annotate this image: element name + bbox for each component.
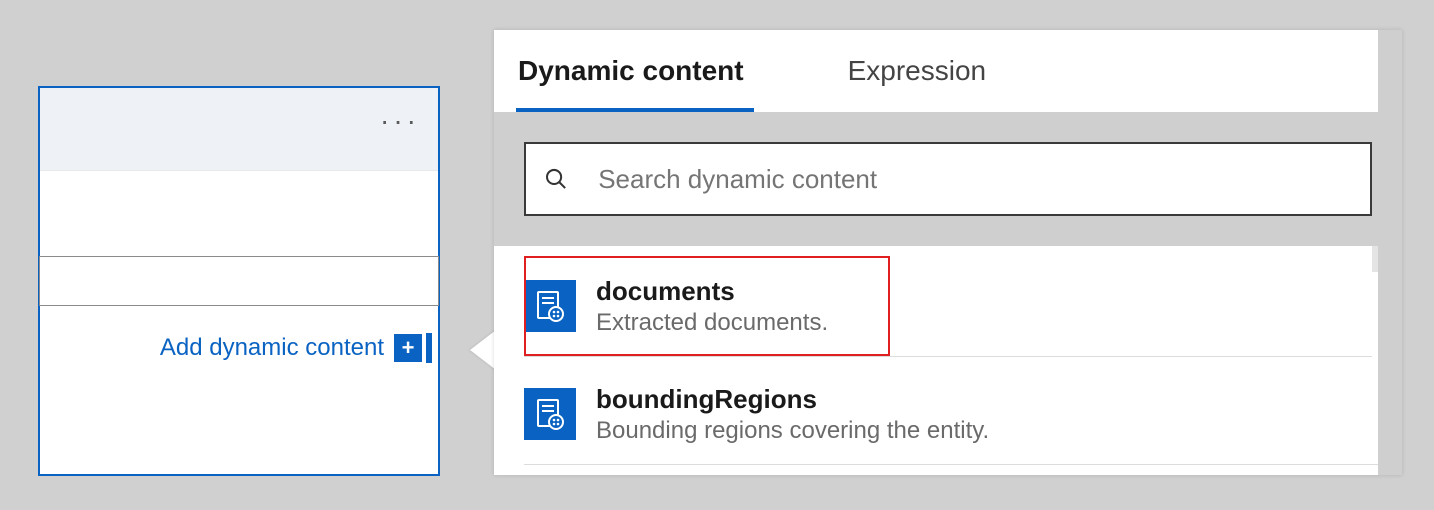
result-text: boundingRegions Bounding regions coverin…: [596, 384, 989, 445]
dynamic-content-panel: Dynamic content Expression: [494, 30, 1402, 475]
search-icon: [544, 166, 568, 192]
document-icon: [524, 388, 576, 440]
text-cursor: [426, 333, 432, 363]
tab-bar: Dynamic content Expression: [494, 30, 1402, 112]
screenshot-stage: ··· Add dynamic content + Dynamic conten…: [0, 0, 1434, 510]
tab-dynamic-content[interactable]: Dynamic content: [494, 30, 784, 112]
value-input[interactable]: [39, 256, 439, 306]
result-item-bounding-regions[interactable]: boundingRegions Bounding regions coverin…: [524, 364, 1402, 465]
result-text: documents Extracted documents.: [596, 276, 828, 337]
more-options-button[interactable]: ···: [380, 116, 420, 136]
tab-expression[interactable]: Expression: [824, 30, 1027, 112]
result-title: boundingRegions: [596, 384, 989, 415]
divider: [524, 356, 1372, 357]
add-dynamic-content-link[interactable]: Add dynamic content: [160, 334, 384, 362]
action-card-header: ···: [40, 88, 438, 171]
scrollbar-track[interactable]: [1378, 30, 1402, 475]
add-dynamic-row: Add dynamic content +: [40, 328, 438, 368]
document-icon: [524, 280, 576, 332]
add-dynamic-content-plus-button[interactable]: +: [394, 334, 422, 362]
action-card: ··· Add dynamic content +: [38, 86, 440, 476]
result-title: documents: [596, 276, 828, 307]
search-row: [494, 112, 1402, 246]
search-box[interactable]: [524, 142, 1372, 216]
result-description: Bounding regions covering the entity.: [596, 417, 989, 445]
search-input[interactable]: [596, 163, 1352, 196]
results-list: documents Extracted documents.: [494, 246, 1402, 470]
result-description: Extracted documents.: [596, 309, 828, 337]
result-item-documents[interactable]: documents Extracted documents.: [524, 256, 890, 356]
popover-caret: [470, 330, 496, 370]
